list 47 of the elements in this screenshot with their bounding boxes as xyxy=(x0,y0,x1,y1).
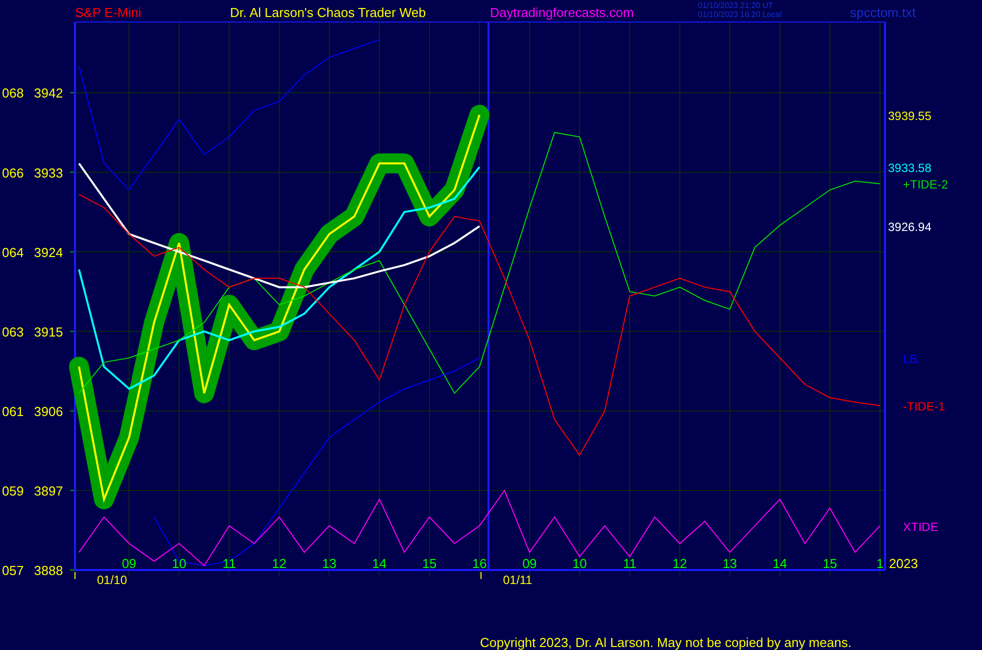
y-tick-label: 3906 xyxy=(34,404,63,419)
x-tick-label: 10 xyxy=(172,556,186,571)
line-label: 3926.94 xyxy=(888,220,932,234)
x-tick-label: 13 xyxy=(722,556,738,571)
x-tick-label: 12 xyxy=(672,556,687,571)
site-title: Dr. Al Larson's Chaos Trader Web xyxy=(230,5,426,20)
date-label: 01/10 xyxy=(97,573,128,587)
timestamp: 01/10/2023 21:20 UT xyxy=(698,1,774,10)
y-code-label: 068 xyxy=(2,86,24,101)
date-label: 01/11 xyxy=(503,573,532,587)
line-label: 3933.58 xyxy=(888,160,932,175)
x-tick-label: 12 xyxy=(272,556,286,571)
timestamp: 01/10/2023 16:20 Local xyxy=(698,10,782,19)
line-label: -TIDE-1 xyxy=(903,400,945,414)
x-tick-label: 13 xyxy=(322,556,337,571)
y-code-label: 064 xyxy=(2,244,24,260)
y-tick-label: 3897 xyxy=(34,483,63,498)
y-code-label: 066 xyxy=(2,165,24,180)
x-tick-label: 15 xyxy=(822,556,838,571)
y-code-label: 057 xyxy=(2,563,24,578)
x-tick-label: 11 xyxy=(222,556,236,571)
line-label: 3939.55 xyxy=(888,108,932,123)
x-tick-label: 09 xyxy=(122,556,136,571)
site-url: Daytradingforecasts.com xyxy=(490,5,634,20)
y-tick-label: 3942 xyxy=(34,86,63,101)
x-tick-label: 09 xyxy=(522,556,537,571)
x-tick-label: 10 xyxy=(572,556,587,571)
x-tick-label: 1 xyxy=(876,556,884,571)
y-tick-label: 3933 xyxy=(34,165,63,180)
line-label: LB xyxy=(903,352,918,366)
line-label: XTIDE xyxy=(903,520,938,534)
y-tick-label: 3915 xyxy=(34,324,63,340)
file-name: spcctom.txt xyxy=(850,5,916,20)
x-tick-label: 14 xyxy=(772,556,788,571)
x-tick-label: 16 xyxy=(472,556,487,571)
y-code-label: 061 xyxy=(2,404,24,419)
y-tick-label: 3888 xyxy=(34,563,63,578)
y-tick-label: 3924 xyxy=(34,244,63,260)
year-label: 2023 xyxy=(889,556,918,571)
instrument-name: S&P E-Mini xyxy=(75,5,142,20)
copyright-notice: Copyright 2023, Dr. Al Larson. May not be copied by any means. xyxy=(480,635,852,650)
x-tick-label: 11 xyxy=(622,556,636,571)
y-code-label: 059 xyxy=(2,483,24,498)
x-tick-label: 14 xyxy=(372,556,387,571)
line-label: +TIDE-2 xyxy=(903,178,948,192)
x-tick-label: 15 xyxy=(422,556,437,571)
y-code-label: 063 xyxy=(2,324,24,340)
